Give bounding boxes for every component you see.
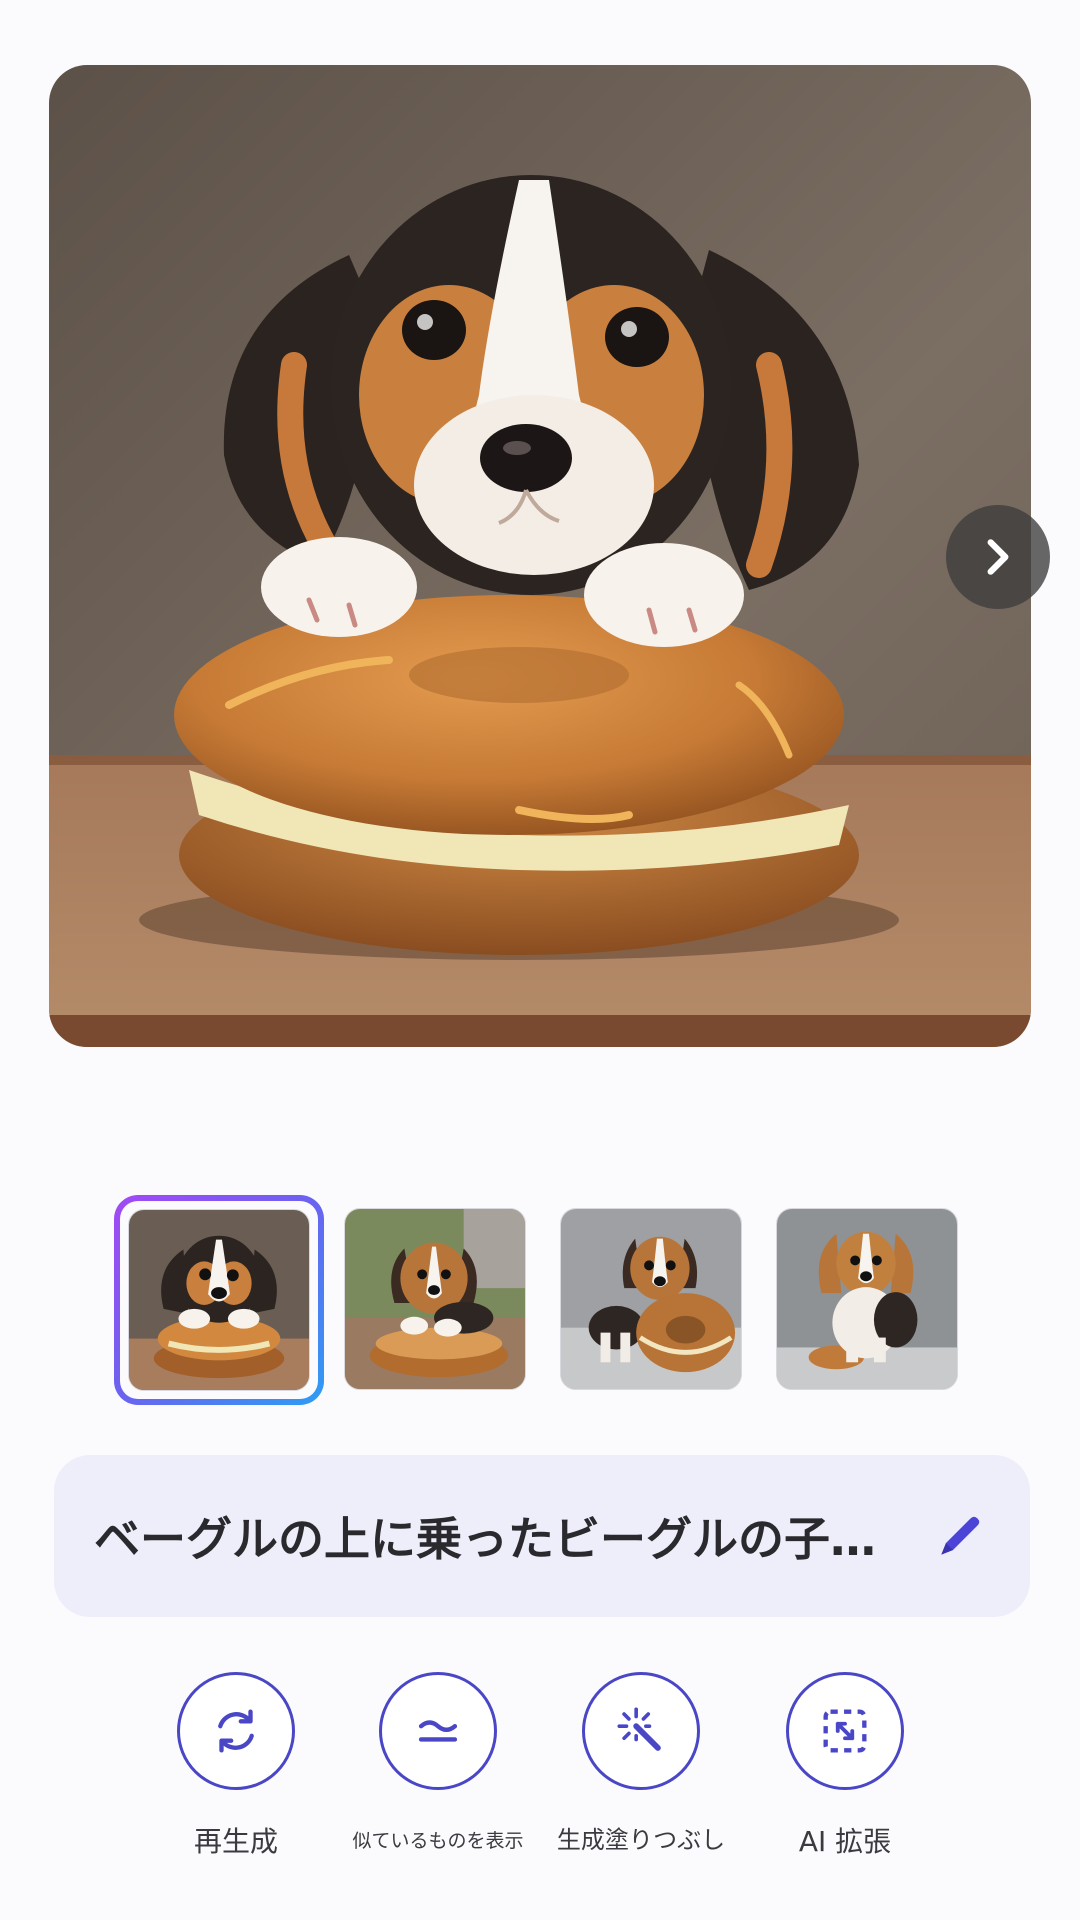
regenerate-icon <box>218 1709 254 1753</box>
ai-expand-circle <box>786 1672 904 1790</box>
regenerate-button[interactable]: 再生成 <box>126 1672 346 1860</box>
generative-fill-button[interactable]: 生成塗りつぶし <box>531 1672 751 1855</box>
generative-fill-circle <box>582 1672 700 1790</box>
show-similar-button[interactable]: 似ているものを表示 <box>328 1672 548 1853</box>
prompt-bar[interactable]: ベーグルの上に乗ったビーグルの子… <box>54 1455 1030 1617</box>
thumbnail-1[interactable] <box>128 1209 310 1391</box>
magic-wand-icon <box>617 1707 661 1751</box>
chevron-right-icon <box>987 539 1009 575</box>
pen-icon[interactable] <box>932 1508 988 1564</box>
image-generation-screen: ベーグルの上に乗ったビーグルの子… 再生成 似ているものを表示 生成塗りつぶし … <box>0 0 1080 1920</box>
thumbnail-2[interactable] <box>344 1208 526 1390</box>
similar-icon <box>418 1720 458 1742</box>
regenerate-label: 再生成 <box>193 1825 278 1858</box>
prompt-text: ベーグルの上に乗ったビーグルの子… <box>94 1512 876 1566</box>
expand-icon <box>823 1709 867 1753</box>
thumbnail-4[interactable] <box>776 1208 958 1390</box>
thumbnail-3[interactable] <box>560 1208 742 1390</box>
generated-image[interactable] <box>49 65 1031 1047</box>
ai-expand-button[interactable]: AI 拡張 <box>735 1672 955 1860</box>
ai-expand-label: AI 拡張 <box>798 1825 892 1858</box>
regenerate-circle <box>177 1672 295 1790</box>
generative-fill-label: 生成塗りつぶし <box>556 1826 726 1854</box>
next-image-button[interactable] <box>946 505 1050 609</box>
show-similar-label: 似ているものを表示 <box>352 1830 524 1852</box>
show-similar-circle <box>379 1672 497 1790</box>
